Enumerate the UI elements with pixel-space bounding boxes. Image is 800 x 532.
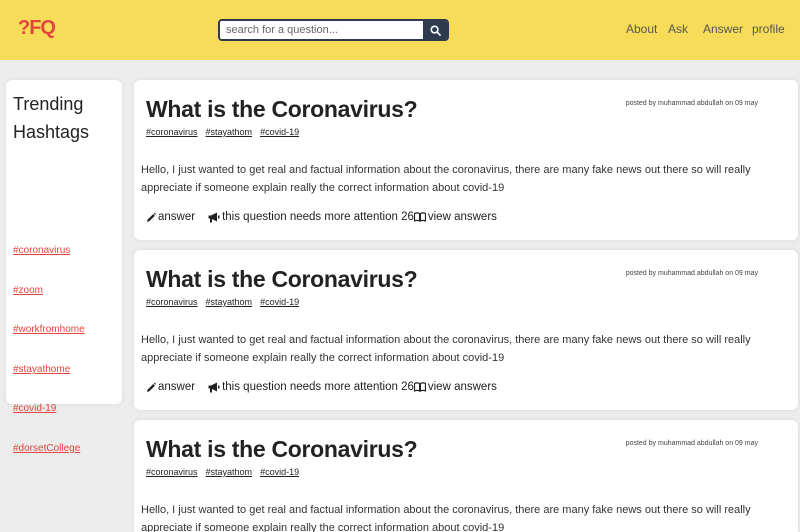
question-tags: #coronavirus #stayathom #covid-19 xyxy=(146,297,299,307)
view-answers-label: view answers xyxy=(427,381,497,393)
question-body: Hello, I just wanted to get real and fac… xyxy=(141,334,751,364)
nav-about[interactable]: About xyxy=(626,22,657,36)
pencil-icon xyxy=(147,382,156,392)
question-card: What is the Coronavirus? posted by muham… xyxy=(134,80,798,240)
answer-label: answer xyxy=(158,381,196,393)
megaphone-icon xyxy=(208,212,220,222)
question-tag[interactable]: #covid-19 xyxy=(260,467,299,477)
top-navbar: ?FQ About Ask Answer profile xyxy=(0,0,800,60)
view-answers-button[interactable]: view answers xyxy=(413,211,497,223)
megaphone-icon xyxy=(208,382,220,392)
search-input[interactable] xyxy=(220,21,423,39)
sidebar-tag-stayathome[interactable]: #stayathome xyxy=(13,364,70,375)
book-icon xyxy=(413,212,426,222)
view-answers-button[interactable]: view answers xyxy=(413,381,497,393)
question-tag[interactable]: #stayathom xyxy=(206,127,253,137)
question-tag[interactable]: #covid-19 xyxy=(260,127,299,137)
book-icon xyxy=(413,382,426,392)
sidebar-tag-covid-19[interactable]: #covid-19 xyxy=(13,403,56,414)
question-card: What is the Coronavirus? posted by muham… xyxy=(134,250,798,410)
nav-profile[interactable]: profile xyxy=(752,22,785,36)
trending-sidebar: Trending Hashtags #coronavirus #zoom #wo… xyxy=(6,80,122,454)
question-tags: #coronavirus #stayathom #covid-19 xyxy=(146,127,299,137)
question-tag[interactable]: #stayathom xyxy=(206,467,253,477)
question-tags: #coronavirus #stayathom #covid-19 xyxy=(146,467,299,477)
pencil-icon xyxy=(147,212,156,222)
sidebar-title: Trending Hashtags xyxy=(13,94,90,142)
answer-button[interactable]: answer xyxy=(146,381,195,393)
attention-label: this question needs more attention 26 xyxy=(222,211,414,223)
attention-label: this question needs more attention 26 xyxy=(222,381,414,393)
question-title[interactable]: What is the Coronavirus? xyxy=(146,96,418,123)
question-tag[interactable]: #coronavirus xyxy=(146,467,198,477)
question-title[interactable]: What is the Coronavirus? xyxy=(146,436,418,463)
sidebar-tag-coronavirus[interactable]: #coronavirus xyxy=(13,245,70,256)
question-actions: answer this question needs more attentio… xyxy=(146,211,497,223)
question-title[interactable]: What is the Coronavirus? xyxy=(146,266,418,293)
question-body: Hello, I just wanted to get real and fac… xyxy=(141,504,751,532)
question-meta: posted by muhammad abdullah on 09 may xyxy=(625,270,758,277)
question-tag[interactable]: #stayathom xyxy=(206,297,253,307)
needs-attention-button[interactable]: this question needs more attention 26 xyxy=(208,381,414,393)
view-answers-label: view answers xyxy=(427,211,497,223)
sidebar-tag-zoom[interactable]: #zoom xyxy=(13,285,43,296)
sidebar-tag-workfromhome[interactable]: #workfromhome xyxy=(13,324,85,335)
sidebar-tag-dorsetcollege[interactable]: #dorsetCollege xyxy=(13,443,80,454)
needs-attention-button[interactable]: this question needs more attention 26 xyxy=(208,211,414,223)
search-button[interactable] xyxy=(423,21,447,39)
question-tag[interactable]: #coronavirus xyxy=(146,127,198,137)
question-meta: posted by muhammad abdullah on 09 may xyxy=(625,100,758,107)
question-tag[interactable]: #coronavirus xyxy=(146,297,198,307)
nav-answer[interactable]: Answer xyxy=(703,22,743,36)
answer-label: answer xyxy=(158,211,196,223)
question-tag[interactable]: #covid-19 xyxy=(260,297,299,307)
search-bar xyxy=(218,19,449,41)
question-meta: posted by muhammad abdullah on 09 may xyxy=(625,440,758,447)
question-card: What is the Coronavirus? posted by muham… xyxy=(134,420,798,532)
site-logo[interactable]: ?FQ xyxy=(18,17,56,40)
nav-ask[interactable]: Ask xyxy=(668,22,688,36)
answer-button[interactable]: answer xyxy=(146,211,195,223)
question-actions: answer this question needs more attentio… xyxy=(146,381,497,393)
question-body: Hello, I just wanted to get real and fac… xyxy=(141,164,751,194)
search-icon xyxy=(429,24,441,36)
